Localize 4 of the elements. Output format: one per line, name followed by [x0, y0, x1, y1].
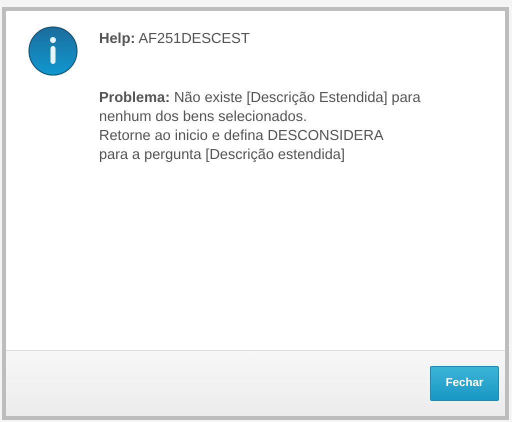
info-icon [28, 26, 78, 76]
help-title: Help: AF251DESCEST [99, 30, 251, 49]
message-text: Problema: Não existe [Descrição Estendida] para nenhum dos bens selecionados. Retorne ao inicio e defina DESCONSIDERA para a pergunta [Descrição estendida] [99, 89, 421, 165]
close-button[interactable]: Fechar [430, 366, 499, 401]
